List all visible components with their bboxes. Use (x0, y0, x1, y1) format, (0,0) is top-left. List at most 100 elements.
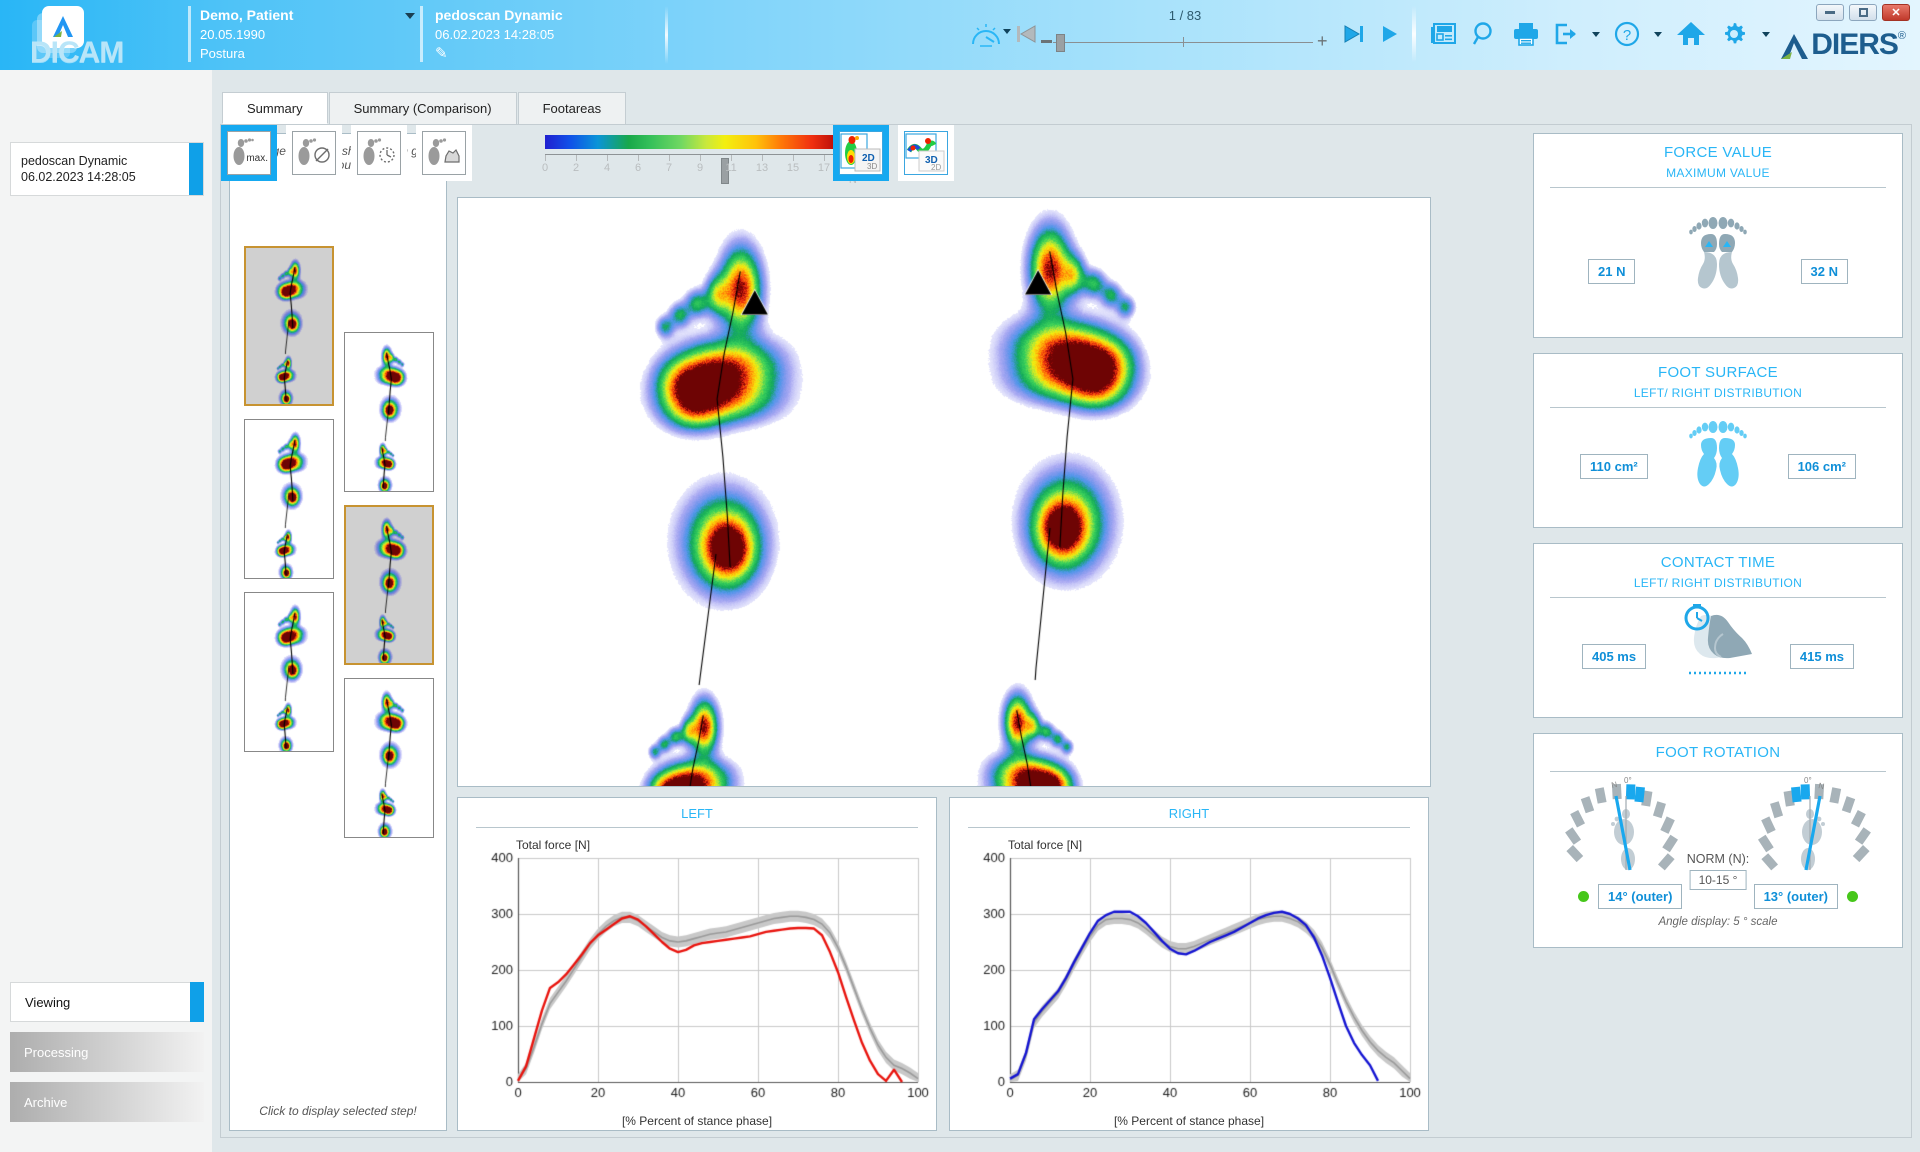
tab-label: Summary (Comparison) (354, 101, 492, 116)
help-dropdown-icon[interactable] (1654, 32, 1662, 37)
tab-summary[interactable]: Summary (222, 92, 328, 124)
pencil-icon[interactable]: ✎ (435, 44, 635, 62)
step-thumbnail[interactable] (344, 505, 434, 665)
app-logo: DICAM (10, 4, 170, 66)
tab-label: Footareas (543, 101, 602, 116)
pressure-colorbar[interactable]: 0246791113151718 N (545, 135, 875, 177)
chart-ylabel: Total force [N] (516, 838, 590, 852)
app-header: DICAM Demo, Patient 20.05.1990 Postura p… (0, 0, 1920, 70)
display-toolbar: max. (221, 125, 1195, 181)
card-divider (1550, 407, 1886, 408)
step-thumbnail[interactable] (344, 332, 434, 492)
pressure-map-canvas[interactable] (458, 198, 1430, 786)
printer-icon[interactable] (1512, 21, 1540, 47)
header-divider-3 (665, 6, 668, 64)
brand-text: DIERS (1811, 30, 1898, 60)
patient-dropdown-icon[interactable] (405, 13, 415, 19)
chart-plot-area: Total force [N] [% Percent of stance pha… (458, 834, 936, 1130)
study-title: pedoscan Dynamic (21, 153, 136, 169)
skip-to-start-icon[interactable] (1015, 24, 1037, 47)
chart-xlabel: [% Percent of stance phase] (950, 1114, 1428, 1128)
svg-text:0°: 0° (1804, 776, 1812, 785)
card-divider (1550, 187, 1886, 188)
surface-left-value: 110 cm² (1580, 454, 1648, 479)
step-thumbnail[interactable] (244, 246, 334, 406)
force-right-value: 32 N (1801, 259, 1848, 284)
skip-to-end-icon[interactable] (1343, 24, 1365, 47)
sidebar-item-processing[interactable]: Processing (10, 1032, 204, 1072)
patient-group: Postura (200, 44, 405, 63)
card-title: FORCE VALUE (1534, 144, 1902, 161)
frame-counter: 1 / 83 (955, 8, 1415, 23)
slider-plus-icon[interactable]: + (1317, 34, 1328, 48)
export-dropdown-icon[interactable] (1592, 32, 1600, 37)
measurement-title: pedoscan Dynamic (435, 6, 635, 25)
header-toolbar: ? (1430, 12, 1770, 56)
norm-value: 10-15 ° (1690, 870, 1747, 890)
slider-midtick (1183, 37, 1184, 47)
norm-label: NORM (N): (1534, 852, 1902, 866)
sidebar-item-archive[interactable]: Archive (10, 1082, 204, 1122)
max-label: max. (246, 153, 268, 164)
colorbar-tick-label: 4 (604, 162, 610, 174)
news-icon[interactable] (1430, 21, 1458, 47)
slider-minus-icon[interactable] (1041, 40, 1052, 43)
gear-icon[interactable] (1720, 20, 1748, 48)
help-icon[interactable]: ? (1614, 21, 1640, 47)
colorbar-tick-mark (545, 155, 546, 161)
chart-title: LEFT (458, 806, 936, 821)
patient-name: Demo, Patient (200, 6, 405, 25)
contacttime-left-value: 405 ms (1582, 644, 1646, 669)
study-card[interactable]: pedoscan Dynamic 06.02.2023 14:28:05 (10, 142, 204, 196)
svg-text:0°: 0° (1624, 776, 1632, 785)
chart-divider (968, 827, 1410, 828)
max-pressure-button[interactable]: max. (221, 125, 277, 181)
step-thumbnail[interactable] (244, 592, 334, 752)
sidebar-item-label: Processing (24, 1045, 88, 1060)
view-2d-button[interactable]: 2D 3D (833, 125, 889, 181)
svg-text:3D: 3D (867, 162, 877, 171)
export-icon[interactable] (1554, 22, 1578, 46)
colorbar-tick-mark (700, 155, 701, 161)
colorbar-tick-mark (669, 155, 670, 161)
angle-display-note: Angle display: 5 ° scale (1534, 916, 1902, 928)
mean-pressure-button[interactable] (286, 125, 342, 181)
speedometer-icon[interactable] (970, 20, 1002, 53)
play-icon[interactable] (1380, 24, 1400, 47)
step-thumbnail[interactable] (244, 419, 334, 579)
left-force-canvas (458, 834, 936, 1124)
colorbar-tick-mark (793, 155, 794, 161)
view-3d-button[interactable]: 3D 2D (898, 125, 954, 181)
tab-bar: Summary Summary (Comparison) Footareas (222, 92, 627, 124)
pressure-map-panel[interactable] (457, 197, 1431, 787)
logo-text: DICAM (30, 36, 123, 70)
close-icon[interactable]: ✕ (1882, 4, 1910, 21)
speed-dropdown-icon[interactable] (1003, 29, 1011, 34)
svg-text:N: N (1611, 780, 1619, 790)
sidebar-item-viewing[interactable]: Viewing (10, 982, 204, 1022)
tab-footareas[interactable]: Footareas (518, 92, 627, 124)
card-divider (1550, 597, 1886, 598)
card-title: FOOT ROTATION (1534, 744, 1902, 761)
frame-slider-thumb[interactable] (1056, 34, 1065, 52)
patient-info[interactable]: Demo, Patient 20.05.1990 Postura (200, 6, 405, 63)
colorbar-tick-mark (731, 155, 732, 161)
right-rotation-gauge: N 0° (1752, 774, 1882, 887)
right-force-chart-panel: RIGHT Total force [N] [% Percent of stan… (949, 797, 1429, 1131)
patient-dob: 20.05.1990 (200, 25, 405, 44)
rotation-left-value: 14° (outer) (1598, 884, 1682, 909)
force-curve-button[interactable] (416, 125, 472, 181)
maximize-icon[interactable] (1849, 4, 1877, 21)
step-thumbnail[interactable] (344, 678, 434, 838)
tab-summary-comparison[interactable]: Summary (Comparison) (329, 92, 517, 124)
magnifier-icon[interactable] (1472, 21, 1498, 47)
header-divider-2 (420, 6, 423, 62)
main-area: Summary Summary (Comparison) Footareas A… (212, 70, 1920, 1152)
home-icon[interactable] (1676, 20, 1706, 48)
foot-surface-card: FOOT SURFACE LEFT/ RIGHT DISTRIBUTION (1533, 353, 1903, 528)
minimize-icon[interactable] (1816, 4, 1844, 21)
header-divider-4 (1412, 6, 1416, 62)
brand-registered: ® (1898, 30, 1906, 42)
contact-time-button[interactable] (351, 125, 407, 181)
settings-dropdown-icon[interactable] (1762, 32, 1770, 37)
